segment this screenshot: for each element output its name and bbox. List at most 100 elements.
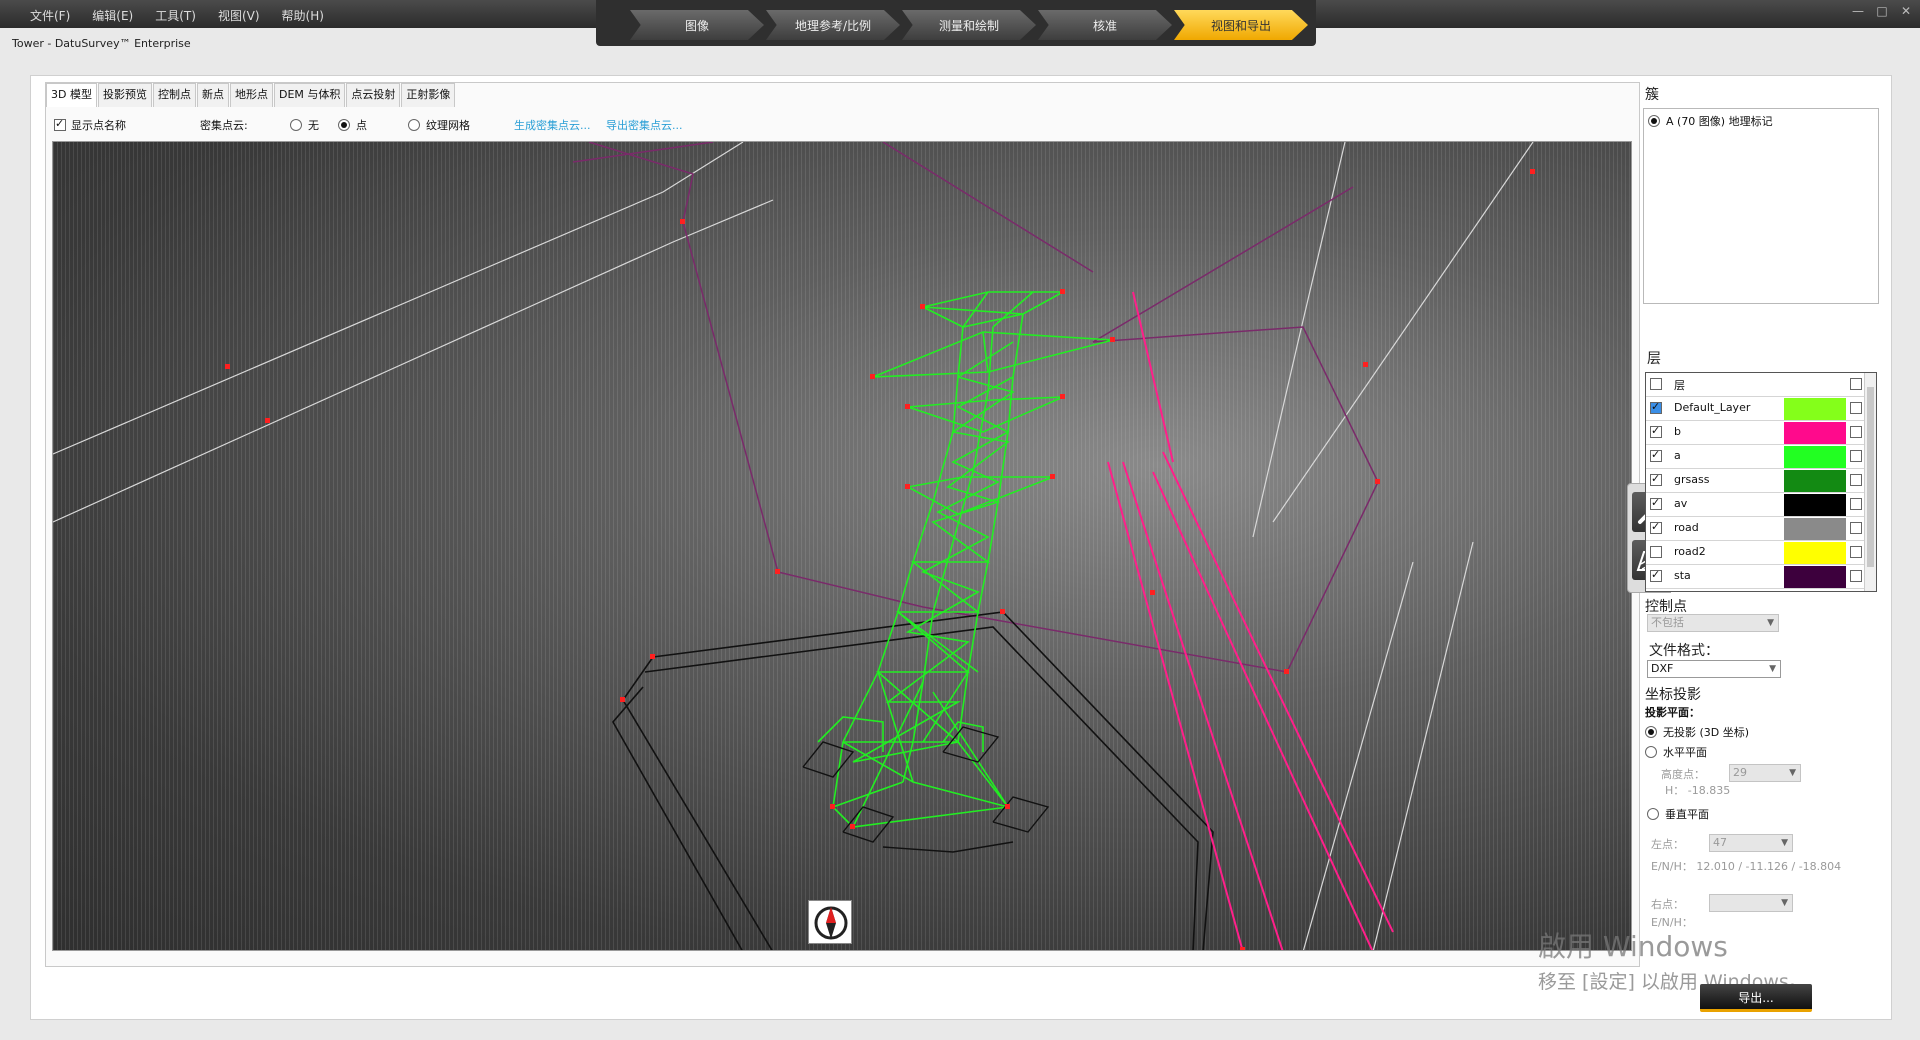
layers-scrollbar[interactable] bbox=[1864, 373, 1876, 591]
menu-tools[interactable]: 工具(T) bbox=[155, 7, 196, 24]
tab-projection-preview[interactable]: 投影预览 bbox=[97, 83, 152, 107]
layer-visible-checkbox[interactable] bbox=[1650, 400, 1662, 414]
layer-lock-checkbox[interactable] bbox=[1850, 522, 1862, 534]
height-point-select[interactable]: 29 ▼ bbox=[1729, 764, 1801, 782]
tab-point-cloud-projection[interactable]: 点云投射 bbox=[346, 83, 401, 107]
layer-visible-checkbox[interactable] bbox=[1650, 472, 1662, 486]
layer-color-swatch[interactable] bbox=[1784, 518, 1846, 540]
radio-no-projection[interactable] bbox=[1645, 726, 1657, 738]
layer-visible-checkbox[interactable] bbox=[1650, 448, 1662, 462]
vertex-marker bbox=[265, 418, 270, 423]
workflow-step-measure[interactable]: 测量和绘制 bbox=[902, 10, 1036, 40]
workflow-step-view-export[interactable]: 视图和导出 bbox=[1174, 10, 1308, 40]
tab-orthophoto[interactable]: 正射影像 bbox=[401, 83, 456, 107]
show-point-names-option[interactable]: 显示点名称 bbox=[54, 117, 126, 133]
radio-horizontal-plane[interactable] bbox=[1645, 746, 1657, 758]
layers-lock-all-checkbox[interactable] bbox=[1850, 378, 1862, 390]
workflow-step-images[interactable]: 图像 bbox=[630, 10, 764, 40]
layer-color-swatch[interactable] bbox=[1784, 494, 1846, 516]
layer-row[interactable]: b bbox=[1646, 421, 1866, 445]
layer-row[interactable]: road bbox=[1646, 517, 1866, 541]
layer-row[interactable]: sta bbox=[1646, 565, 1866, 589]
vertex-marker bbox=[1530, 169, 1535, 174]
export-button[interactable]: 导出... bbox=[1700, 984, 1812, 1012]
road-lines bbox=[53, 142, 1534, 950]
minimize-button[interactable]: — bbox=[1850, 4, 1866, 18]
menu-edit[interactable]: 编辑(E) bbox=[92, 7, 133, 24]
layer-lock-checkbox[interactable] bbox=[1850, 498, 1862, 510]
layer-lock-checkbox[interactable] bbox=[1850, 474, 1862, 486]
maximize-button[interactable]: □ bbox=[1874, 4, 1890, 18]
layer-lock-checkbox[interactable] bbox=[1850, 450, 1862, 462]
tab-3d-model[interactable]: 3D 模型 bbox=[46, 83, 97, 107]
export-dense-cloud-link[interactable]: 导出密集点云... bbox=[606, 117, 683, 133]
horizontal-plane-option[interactable]: 水平平面 bbox=[1645, 744, 1707, 760]
layer-lock-checkbox[interactable] bbox=[1850, 570, 1862, 582]
vertex-marker bbox=[1375, 479, 1380, 484]
dense-cloud-none-option[interactable]: 无 bbox=[290, 117, 319, 133]
layer-row[interactable]: grsass bbox=[1646, 469, 1866, 493]
height-point-value: 29 bbox=[1733, 766, 1747, 779]
cluster-list: A (70 图像) 地理标记 bbox=[1643, 108, 1879, 304]
control-points-select[interactable]: 不包括 ▼ bbox=[1647, 614, 1779, 632]
radio-points[interactable] bbox=[338, 119, 350, 131]
view-tabs: 3D 模型 投影预览 控制点 新点 地形点 DEM 与体积 点云投射 正射影像 bbox=[46, 83, 456, 107]
3d-viewport[interactable] bbox=[52, 141, 1632, 951]
layer-row[interactable]: av bbox=[1646, 493, 1866, 517]
show-point-names-checkbox[interactable] bbox=[54, 117, 66, 131]
layer-name: grsass bbox=[1674, 473, 1710, 486]
workflow-step-georeference[interactable]: 地理参考/比例 bbox=[766, 10, 900, 40]
layer-lock-checkbox[interactable] bbox=[1850, 546, 1862, 558]
vertex-marker bbox=[1000, 609, 1005, 614]
layer-name: b bbox=[1674, 425, 1681, 438]
right-point-select[interactable]: ▼ bbox=[1709, 894, 1793, 912]
radio-none[interactable] bbox=[290, 119, 302, 131]
dense-cloud-texture-option[interactable]: 纹理网格 bbox=[408, 117, 470, 133]
vertical-plane-option[interactable]: 垂直平面 bbox=[1647, 806, 1709, 822]
layer-visible-checkbox[interactable] bbox=[1650, 424, 1662, 438]
vertex-marker bbox=[1150, 590, 1155, 595]
tab-terrain-points[interactable]: 地形点 bbox=[229, 83, 273, 107]
layer-row[interactable]: a bbox=[1646, 445, 1866, 469]
left-point-select[interactable]: 47 ▼ bbox=[1709, 834, 1793, 852]
layer-color-swatch[interactable] bbox=[1784, 470, 1846, 492]
layer-color-swatch[interactable] bbox=[1784, 542, 1846, 564]
generate-dense-cloud-link[interactable]: 生成密集点云... bbox=[514, 117, 591, 133]
layers-select-all-checkbox[interactable] bbox=[1650, 378, 1662, 390]
chevron-down-icon: ▼ bbox=[1789, 768, 1796, 778]
layer-color-swatch[interactable] bbox=[1784, 566, 1846, 588]
tower-footings bbox=[802, 726, 1050, 853]
cluster-item[interactable]: A (70 图像) 地理标记 bbox=[1648, 113, 1773, 129]
layer-visible-checkbox[interactable] bbox=[1650, 520, 1662, 534]
layer-lock-checkbox[interactable] bbox=[1850, 426, 1862, 438]
layer-visible-checkbox[interactable] bbox=[1650, 496, 1662, 510]
menu-help[interactable]: 帮助(H) bbox=[282, 7, 324, 24]
layer-visible-checkbox[interactable] bbox=[1650, 568, 1662, 582]
tab-dem-volume[interactable]: DEM 与体积 bbox=[273, 83, 346, 107]
cluster-radio[interactable] bbox=[1648, 115, 1660, 127]
radio-texture-mesh[interactable] bbox=[408, 119, 420, 131]
layer-color-swatch[interactable] bbox=[1784, 422, 1846, 444]
layer-visible-checkbox[interactable] bbox=[1650, 546, 1662, 558]
radio-vertical-plane[interactable] bbox=[1647, 808, 1659, 820]
settings-panel: 簇 A (70 图像) 地理标记 层 层 Default_Layer b bbox=[1643, 82, 1883, 1012]
scrollbar-thumb[interactable] bbox=[1867, 387, 1874, 567]
menu-view[interactable]: 视图(V) bbox=[218, 7, 260, 24]
layer-row[interactable]: Default_Layer bbox=[1646, 397, 1866, 421]
layer-row[interactable]: road2 bbox=[1646, 541, 1866, 565]
layer-lock-checkbox[interactable] bbox=[1850, 402, 1862, 414]
file-format-select[interactable]: DXF ▼ bbox=[1647, 660, 1781, 678]
menu-bar: 文件(F) 编辑(E) 工具(T) 视图(V) 帮助(H) bbox=[30, 7, 324, 24]
layer-color-swatch[interactable] bbox=[1784, 398, 1846, 420]
layer-color-swatch[interactable] bbox=[1784, 446, 1846, 468]
menu-file[interactable]: 文件(F) bbox=[30, 7, 70, 24]
no-projection-option[interactable]: 无投影 (3D 坐标) bbox=[1645, 724, 1749, 740]
close-button[interactable]: ✕ bbox=[1898, 4, 1914, 18]
workflow-step-verify[interactable]: 核准 bbox=[1038, 10, 1172, 40]
left-point-enh: E/N/H： 12.010 / -11.126 / -18.804 bbox=[1651, 860, 1842, 873]
dense-cloud-points-option[interactable]: 点 bbox=[338, 117, 367, 133]
compass-icon[interactable] bbox=[808, 900, 852, 944]
power-lines bbox=[1107, 291, 1394, 950]
tab-control-points[interactable]: 控制点 bbox=[152, 83, 196, 107]
tab-new-points[interactable]: 新点 bbox=[196, 83, 229, 107]
